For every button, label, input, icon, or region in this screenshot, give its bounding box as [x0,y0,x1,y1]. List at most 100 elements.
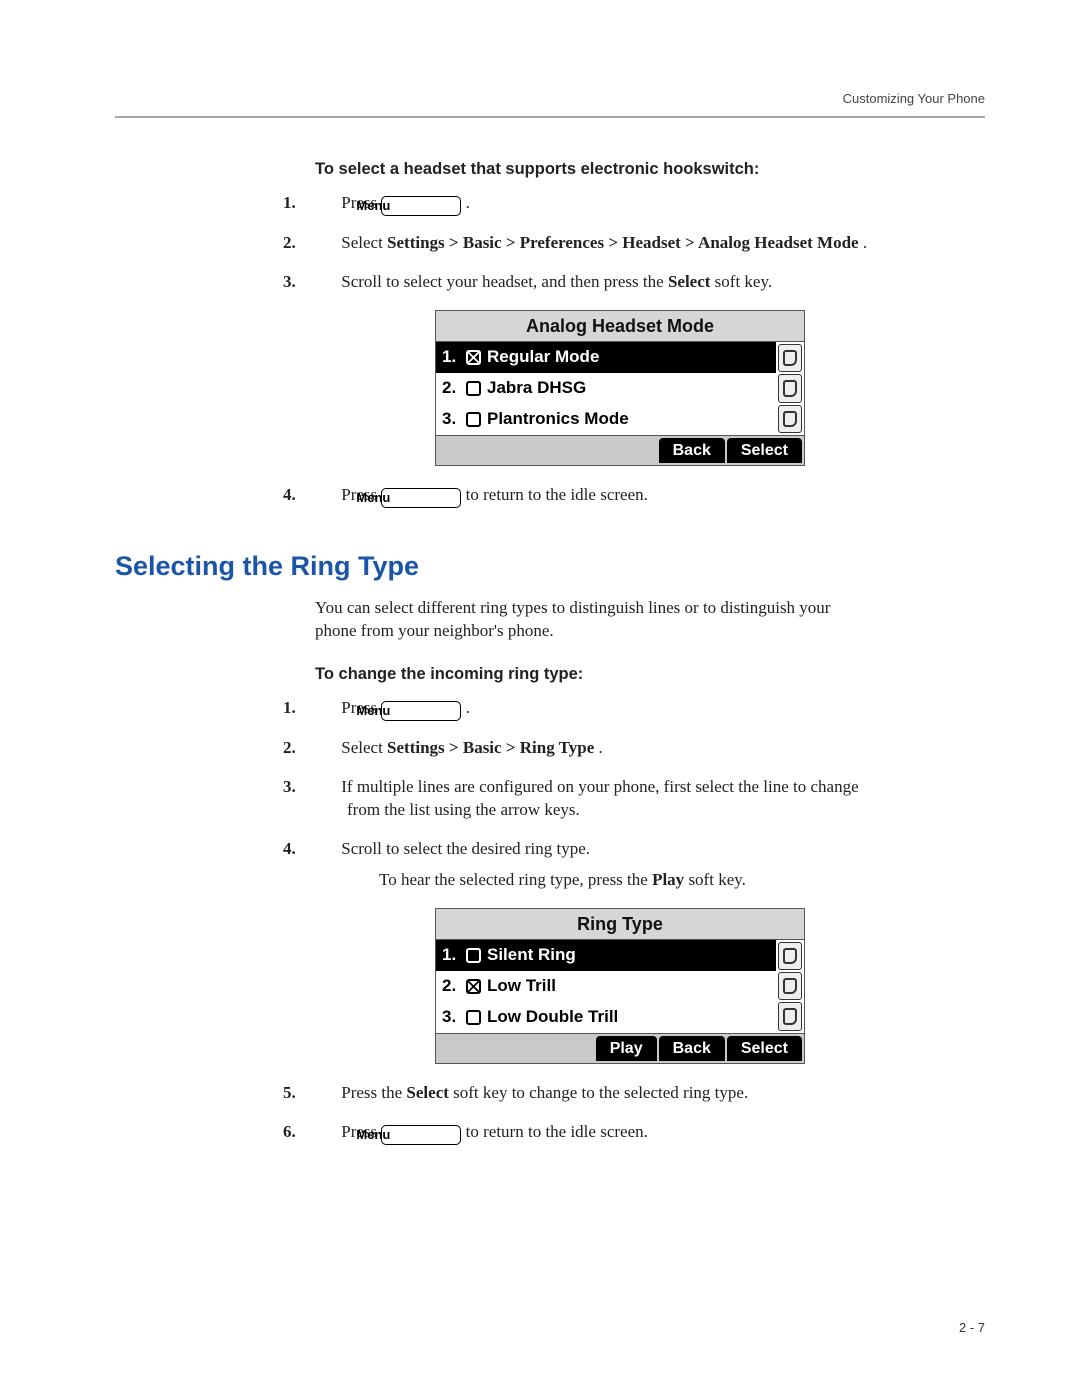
step-text: Press the [341,1083,406,1102]
list-item: 1. Silent Ring [436,940,776,971]
step-text: Select [341,233,387,252]
item-index: 2. [442,377,460,400]
step-text: If multiple lines are configured on your… [341,777,858,819]
step-number: 6. [315,1121,337,1144]
section1-steps: 1. Press Menu . 2. Select Settings > Bas… [315,192,875,294]
softkey-back: Back [659,438,725,464]
step-text: Scroll to select your headset, and then … [341,272,668,291]
page-header: Customizing Your Phone [115,90,985,118]
step-text: . [466,193,470,212]
step-3: 3. If multiple lines are configured on y… [315,776,875,822]
phone-icon [778,972,802,1000]
phone-icon [778,344,802,372]
checkbox-checked-icon [466,979,481,994]
section-heading: Selecting the Ring Type [115,548,875,584]
softkey-select: Select [727,438,802,464]
checkbox-empty-icon [466,948,481,963]
step-3: 3. Scroll to select your headset, and th… [315,271,875,294]
step-text: to return to the idle screen. [466,1122,648,1141]
list-item: 2. Jabra DHSG [436,373,776,404]
softkey-play: Play [596,1036,657,1062]
menu-button-icon: Menu [381,701,461,721]
list-item: 2. Low Trill [436,971,776,1002]
phone-screen-analog-headset: Analog Headset Mode 1. Regular Mode 2. J… [435,310,805,467]
step-bold: Select [668,272,710,291]
screen-softkeys: Back Select [435,436,805,467]
step-text: . [863,233,867,252]
phone-icon [778,942,802,970]
section2-steps: 1. Press Menu . 2. Select Settings > Bas… [315,697,875,892]
phone-icon [778,1002,802,1030]
item-index: 3. [442,1006,460,1029]
step-number: 3. [315,271,337,294]
item-label: Regular Mode [487,346,599,369]
phone-icon [778,405,802,433]
item-index: 2. [442,975,460,998]
step-number: 4. [315,484,337,507]
page: Customizing Your Phone To select a heads… [0,0,1080,1397]
section2-steps-cont: 5. Press the Select soft key to change t… [315,1082,875,1145]
menu-button-icon: Menu [381,196,461,216]
step-text: Select [341,738,387,757]
item-index: 1. [442,346,460,369]
step-4: 4. Scroll to select the desired ring typ… [315,838,875,892]
screen-list: 1. Regular Mode 2. Jabra DHSG 3. Plantro… [436,342,776,435]
step-text: soft key to change to the selected ring … [453,1083,748,1102]
screen-body: 1. Regular Mode 2. Jabra DHSG 3. Plantro… [435,342,805,436]
step-text: Scroll to select the desired ring type. [341,839,590,858]
item-label: Low Trill [487,975,556,998]
section2-subhead: To change the incoming ring type: [315,663,875,685]
screen-body: 1. Silent Ring 2. Low Trill 3. Low Doubl… [435,940,805,1034]
content: To select a headset that supports electr… [115,158,875,1146]
item-label: Jabra DHSG [487,377,586,400]
item-index: 3. [442,408,460,431]
step-bold: Settings > Basic > Preferences > Headset… [387,233,859,252]
step-1: 1. Press Menu . [315,192,875,216]
screen-title: Ring Type [435,908,805,940]
softkey-back: Back [659,1036,725,1062]
intro-paragraph: You can select different ring types to d… [315,597,875,643]
step-2: 2. Select Settings > Basic > Ring Type . [315,737,875,760]
step-text: . [598,738,602,757]
step-number: 2. [315,232,337,255]
step-4: 4. Press Menu to return to the idle scre… [315,484,875,508]
section1-subhead: To select a headset that supports electr… [315,158,875,180]
list-item: 1. Regular Mode [436,342,776,373]
list-item: 3. Low Double Trill [436,1002,776,1033]
phone-icon [778,374,802,402]
screen-side-icons [776,342,804,435]
step-6: 6. Press Menu to return to the idle scre… [315,1121,875,1145]
step-number: 2. [315,737,337,760]
step-number: 3. [315,776,337,799]
screen-title: Analog Headset Mode [435,310,805,342]
phone-screen-ring-type: Ring Type 1. Silent Ring 2. Low Trill 3. [435,908,805,1065]
checkbox-empty-icon [466,381,481,396]
step-bold: Select [406,1083,448,1102]
menu-button-icon: Menu [381,1125,461,1145]
step-text: soft key. [715,272,772,291]
checkbox-empty-icon [466,1010,481,1025]
screen-softkeys: Play Back Select [435,1034,805,1065]
screen-list: 1. Silent Ring 2. Low Trill 3. Low Doubl… [436,940,776,1033]
item-index: 1. [442,944,460,967]
step-subtext: To hear the selected ring type, press th… [379,869,875,892]
softkey-select: Select [727,1036,802,1062]
item-label: Low Double Trill [487,1006,618,1029]
step-number: 5. [315,1082,337,1105]
step-text: to return to the idle screen. [466,485,648,504]
step-bold: Settings > Basic > Ring Type [387,738,594,757]
page-number: 2 - 7 [959,1319,985,1337]
step-text: To hear the selected ring type, press th… [379,870,652,889]
screen-side-icons [776,940,804,1033]
item-label: Silent Ring [487,944,576,967]
chapter-title: Customizing Your Phone [115,90,985,108]
step-number: 1. [315,697,337,720]
step-number: 1. [315,192,337,215]
section1-steps-cont: 4. Press Menu to return to the idle scre… [315,484,875,508]
step-5: 5. Press the Select soft key to change t… [315,1082,875,1105]
step-number: 4. [315,838,337,861]
list-item: 3. Plantronics Mode [436,404,776,435]
item-label: Plantronics Mode [487,408,629,431]
checkbox-empty-icon [466,412,481,427]
checkbox-checked-icon [466,350,481,365]
